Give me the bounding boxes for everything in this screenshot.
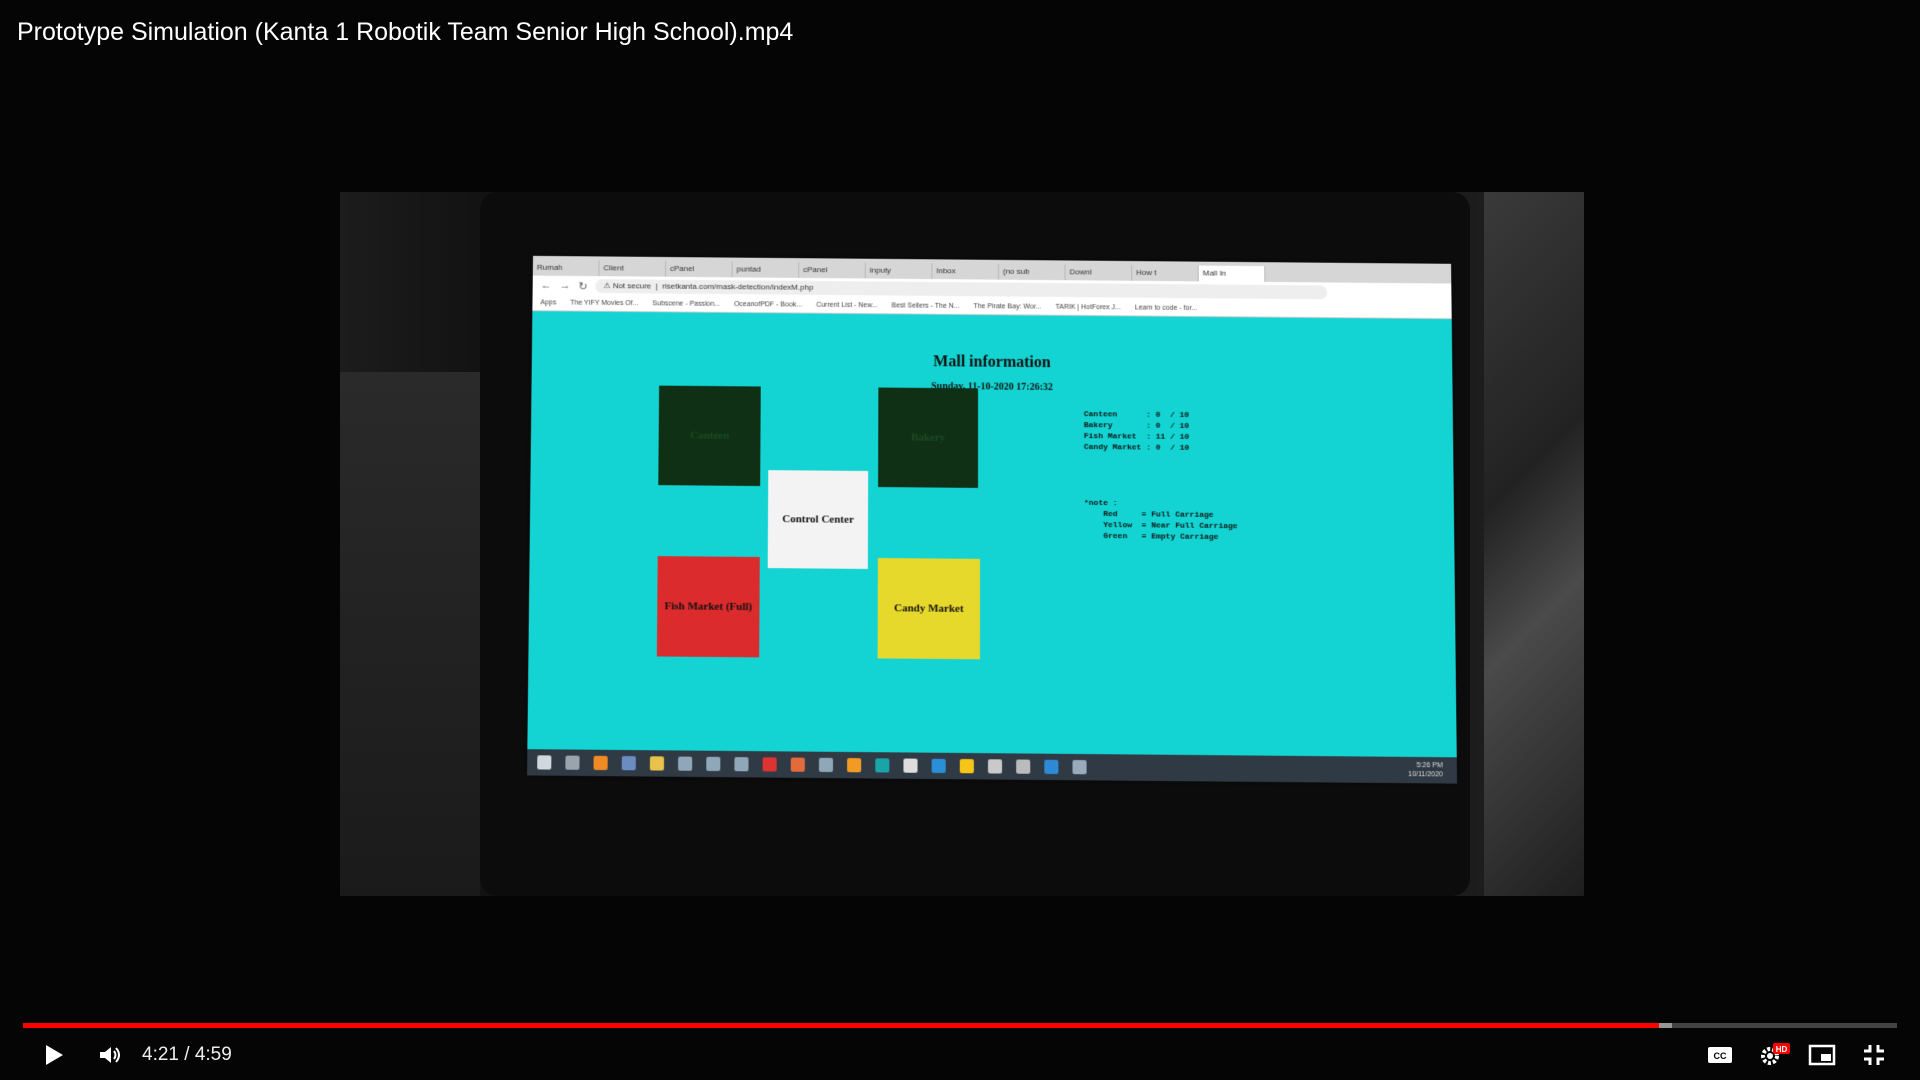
bookmark-item[interactable]: The YIFY Movies Of... <box>570 300 638 308</box>
mall-page: Mall information Sunday, 11-10-2020 17:2… <box>527 312 1457 758</box>
tray-date: 10/11/2020 <box>1408 771 1443 779</box>
duration: 4:59 <box>194 1044 232 1065</box>
browser-tab[interactable]: puntad <box>732 261 800 278</box>
room-control-center: Control Center <box>767 470 869 569</box>
page-title: Mall information <box>933 353 1051 372</box>
occupancy-counts: Canteen : 0 / 10 Bakery : 0 / 10 Fish Ma… <box>1083 410 1190 453</box>
settings-button[interactable]: HD <box>1752 1034 1796 1076</box>
browser-tab[interactable]: inputy <box>865 262 933 280</box>
mute-button[interactable] <box>92 1034 128 1076</box>
arduino-icon[interactable] <box>875 758 890 773</box>
subtitles-button[interactable]: CC <box>1700 1034 1740 1076</box>
sticky-notes-icon[interactable] <box>959 759 974 774</box>
closed-captions-icon: CC <box>1708 1047 1732 1063</box>
app-icon[interactable] <box>987 759 1003 774</box>
time-display: 4:21 / 4:59 <box>142 1044 232 1066</box>
miniplayer-button[interactable] <box>1802 1034 1842 1076</box>
bookmark-item[interactable]: TARIK | HotForex J... <box>1055 304 1121 311</box>
bookmark-item[interactable]: Best Sellers - The N... <box>892 302 960 310</box>
warning-icon: ⚠ <box>603 281 611 291</box>
edge-icon[interactable] <box>931 758 946 774</box>
reload-icon[interactable]: ↻ <box>578 279 587 292</box>
browser-tab[interactable]: cPanel <box>665 260 733 278</box>
bookmark-item[interactable]: OceanofPDF - Book... <box>734 301 802 309</box>
security-label: Not secure <box>612 281 652 291</box>
browser-tab[interactable]: How t <box>1132 264 1199 282</box>
windows-start-icon[interactable] <box>537 755 552 770</box>
vlc-icon[interactable] <box>593 755 608 771</box>
miniplayer-icon <box>1808 1044 1836 1066</box>
bookmark-item[interactable]: Current List - New... <box>816 302 878 309</box>
exit-fullscreen-icon <box>1864 1045 1884 1065</box>
app-icon[interactable] <box>706 756 721 772</box>
bookmark-item[interactable]: Subscene - Passion... <box>652 300 720 308</box>
browser-tab-active[interactable]: Mall In <box>1198 265 1266 282</box>
back-icon[interactable]: ← <box>541 280 552 292</box>
room-fish-market: Fish Market (Full) <box>656 556 760 658</box>
store-icon[interactable] <box>903 758 918 773</box>
player-controls: 4:21 / 4:59 CC HD <box>0 1034 1920 1080</box>
forward-icon[interactable]: → <box>559 280 570 292</box>
settings-icon: HD <box>1761 1043 1790 1065</box>
file-explorer-icon[interactable] <box>649 756 665 771</box>
current-time: 4:21 <box>142 1044 179 1065</box>
room-candy-market: Candy Market <box>877 558 980 660</box>
play-icon <box>46 1045 63 1065</box>
sublime-icon[interactable] <box>847 758 862 773</box>
video-title: Prototype Simulation (Kanta 1 Robotik Te… <box>17 18 794 46</box>
room-bakery: Bakery <box>878 387 979 488</box>
bookmark-item[interactable]: Learn to code - for... <box>1135 305 1197 312</box>
laptop-screen: Rumah Client cPanel puntad cPanel inputy… <box>527 255 1458 784</box>
browser-tab[interactable]: Client <box>599 260 667 277</box>
bookmark-item[interactable]: The Pirate Bay: Wor... <box>973 303 1041 311</box>
volume-icon <box>100 1047 120 1063</box>
background-wall <box>340 372 480 896</box>
app-icon[interactable] <box>790 757 805 772</box>
browser-tab[interactable]: Rumah <box>532 259 600 277</box>
system-tray-clock[interactable]: 5:26 PM 10/11/2020 <box>1408 761 1443 780</box>
background-floor <box>1484 192 1584 896</box>
app-icon[interactable] <box>734 757 749 772</box>
progress-bar[interactable] <box>23 1023 1897 1028</box>
hd-badge: HD <box>1776 1045 1788 1054</box>
browser-tab[interactable]: cPanel <box>799 262 866 279</box>
vscode-icon[interactable] <box>1044 759 1059 775</box>
url-text: risetkanta.com/mask-detection/indexM.php <box>662 281 814 292</box>
color-legend-note: *note : Red = Full Carriage Yellow = Nea… <box>1083 498 1238 542</box>
time-separator: / <box>178 1044 195 1065</box>
browser-tab[interactable]: Downl <box>1065 264 1133 281</box>
chrome-icon[interactable] <box>621 756 636 771</box>
tray-time: 5:26 PM <box>1416 762 1443 770</box>
browser-tab[interactable]: Inbox <box>932 263 999 280</box>
svg-text:CC: CC <box>1714 1051 1727 1061</box>
app-icon[interactable] <box>678 756 693 771</box>
app-icon[interactable] <box>1072 760 1087 775</box>
app-icon[interactable] <box>818 757 834 773</box>
task-view-icon[interactable] <box>565 755 580 770</box>
bookmark-item[interactable]: Apps <box>540 299 556 306</box>
play-button[interactable] <box>36 1034 72 1076</box>
opera-icon[interactable] <box>762 757 777 772</box>
browser-tab[interactable]: (no sub <box>998 263 1066 281</box>
room-canteen: Canteen <box>658 385 761 487</box>
settings-app-icon[interactable] <box>1016 759 1031 774</box>
fullscreen-button[interactable] <box>1854 1034 1894 1076</box>
progress-played <box>23 1023 1659 1028</box>
